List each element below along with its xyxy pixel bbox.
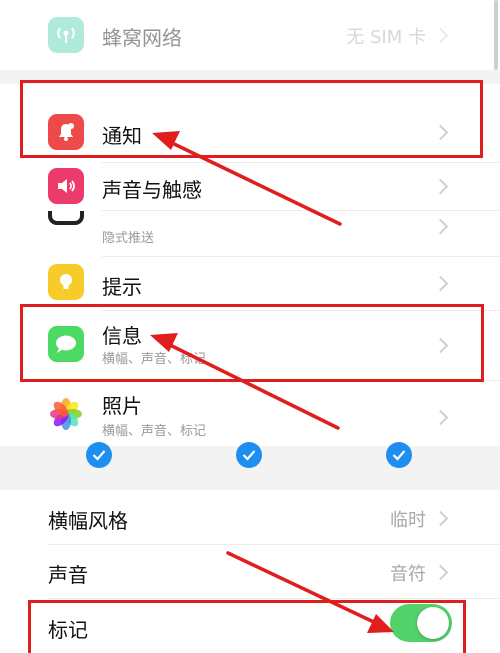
banners-check[interactable] <box>386 442 412 468</box>
chevron-right-icon <box>432 124 449 141</box>
chevron-right-icon <box>432 218 449 235</box>
messages-title: 信息 <box>102 324 142 348</box>
sounds-row[interactable]: 声音与触感 <box>0 163 500 209</box>
tips-row[interactable]: 提示 <box>0 258 500 306</box>
chevron-right-icon <box>432 510 449 527</box>
messages-icon <box>48 326 84 362</box>
cellular-value: 无 SIM 卡 <box>346 27 426 48</box>
toggle-knob <box>417 607 449 639</box>
partial-subtitle: 隐式推送 <box>102 231 155 246</box>
lightbulb-icon <box>48 264 84 300</box>
divider <box>48 544 500 545</box>
sound-row[interactable]: 声音 音符 <box>0 546 500 598</box>
cellular-icon <box>48 17 84 53</box>
chevron-right-icon <box>432 409 449 426</box>
notification-center-check[interactable] <box>236 442 262 468</box>
divider <box>48 598 500 599</box>
divider <box>102 310 500 311</box>
notifications-title: 通知 <box>102 124 142 148</box>
lock-screen-check[interactable] <box>86 442 112 468</box>
chevron-right-icon <box>432 178 449 195</box>
notifications-icon <box>48 114 84 150</box>
scrollbar[interactable] <box>494 0 498 70</box>
chevron-right-icon <box>432 275 449 292</box>
sound-value: 音符 <box>390 564 426 585</box>
photos-title: 照片 <box>102 394 142 418</box>
chevron-right-icon <box>432 564 449 581</box>
divider <box>102 380 500 381</box>
messages-subtitle: 横幅、声音、标记 <box>102 352 207 367</box>
app-icon-partial <box>48 211 84 225</box>
sounds-title: 声音与触感 <box>102 178 202 202</box>
partial-row[interactable]: 隐式推送 <box>0 211 500 249</box>
photos-row[interactable]: 照片 横幅、声音、标记 <box>0 382 500 446</box>
speaker-icon <box>48 168 84 204</box>
badges-toggle[interactable] <box>390 604 452 642</box>
tips-title: 提示 <box>102 275 142 299</box>
notifications-row[interactable]: 通知 <box>0 108 500 156</box>
banner-style-label: 横幅风格 <box>48 509 128 533</box>
sound-label: 声音 <box>48 563 88 587</box>
photos-subtitle: 横幅、声音、标记 <box>102 424 207 439</box>
chevron-right-icon <box>432 337 449 354</box>
badges-label: 标记 <box>48 618 88 642</box>
divider <box>102 256 500 257</box>
banner-style-row[interactable]: 横幅风格 临时 <box>0 492 500 544</box>
cellular-row[interactable]: 蜂窝网络 无 SIM 卡 <box>0 0 500 70</box>
photos-icon <box>48 396 84 432</box>
chevron-right-icon <box>432 27 449 44</box>
messages-row[interactable]: 信息 横幅、声音、标记 <box>0 312 500 378</box>
banner-style-value: 临时 <box>390 510 426 531</box>
cellular-title: 蜂窝网络 <box>102 26 182 50</box>
